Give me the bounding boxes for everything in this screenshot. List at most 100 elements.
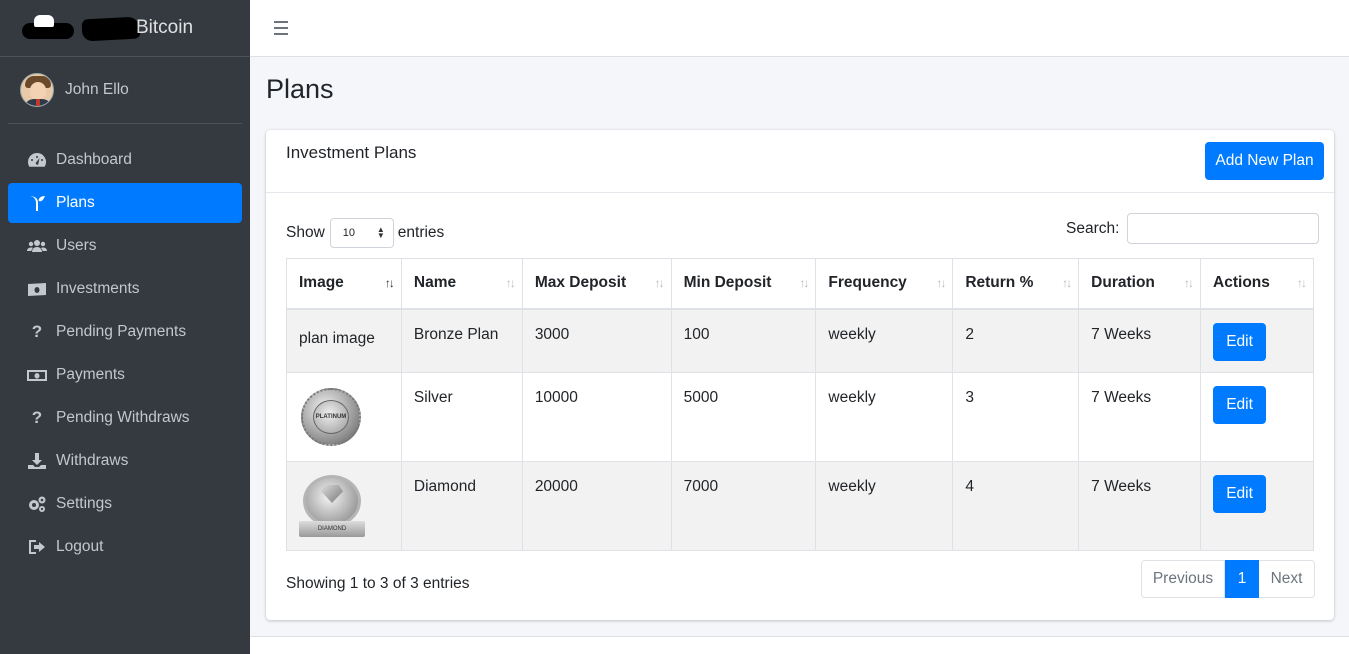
sort-icon: ↑↓: [936, 276, 946, 290]
money-bill-alt-icon: [26, 366, 48, 384]
sidebar-item-dashboard[interactable]: Dashboard: [8, 140, 242, 180]
plan-return: 4: [952, 461, 1080, 551]
plan-duration: 7 Weeks: [1078, 461, 1202, 551]
plan-return: 2: [952, 308, 1080, 373]
column-header-image[interactable]: Image ↑↓: [286, 258, 402, 310]
plan-min-deposit: 5000: [670, 372, 817, 462]
plan-max-deposit: 20000: [521, 461, 672, 551]
brand[interactable]: Bitcoin: [0, 0, 250, 57]
sort-icon: ↑↓: [1297, 276, 1307, 290]
sidebar: Bitcoin John Ello Dashboard Plans Users: [0, 0, 250, 654]
page-1-button[interactable]: 1: [1225, 560, 1259, 598]
column-header-frequency[interactable]: Frequency ↑↓: [815, 258, 954, 310]
plans-table: Image ↑↓ Name ↑↓ Max Deposit ↑↓ Min Deposit…: [286, 258, 1314, 551]
pagination: Previous 1 Next: [1141, 560, 1315, 598]
edit-button[interactable]: Edit: [1213, 475, 1267, 513]
next-page-button[interactable]: Next: [1259, 560, 1315, 598]
sort-icon: ↑↓: [505, 276, 516, 290]
plan-duration: 7 Weeks: [1078, 308, 1202, 373]
sidebar-item-pending-withdraws[interactable]: ? Pending Withdraws: [8, 398, 242, 438]
sidebar-item-label: Pending Withdraws: [56, 409, 190, 426]
search-input[interactable]: [1127, 213, 1320, 244]
previous-page-button[interactable]: Previous: [1141, 560, 1225, 598]
avatar: [20, 73, 54, 107]
plan-actions: Edit: [1200, 372, 1314, 462]
plan-max-deposit: 10000: [521, 372, 672, 462]
page-title: Plans: [266, 74, 334, 104]
show-label: Show: [286, 224, 325, 241]
plan-frequency: weekly: [815, 372, 954, 462]
sort-icon: ↑↓: [654, 276, 665, 290]
brand-text: Bitcoin: [136, 17, 194, 38]
plan-actions: Edit: [1200, 461, 1314, 551]
sidebar-item-label: Logout: [56, 538, 104, 555]
plan-name: Silver: [400, 372, 523, 462]
sidebar-item-settings[interactable]: Settings: [8, 484, 242, 524]
question-icon: ?: [31, 322, 43, 341]
sidebar-item-payments[interactable]: Payments: [8, 355, 242, 395]
page-length-control: Show 10 ▲ ▼ entries: [286, 218, 444, 248]
plan-min-deposit: 100: [670, 308, 817, 373]
column-header-actions[interactable]: Actions ↑↓: [1200, 258, 1314, 310]
top-navbar: [250, 0, 1349, 57]
sidebar-item-label: Pending Payments: [56, 323, 187, 340]
sign-out-icon: [26, 538, 48, 556]
question-icon: ?: [31, 408, 43, 427]
column-header-duration[interactable]: Duration ↑↓: [1078, 258, 1202, 310]
column-header-name[interactable]: Name ↑↓: [400, 258, 523, 310]
users-icon: [26, 237, 48, 255]
page-footer: [250, 636, 1349, 654]
plan-frequency: weekly: [815, 461, 954, 551]
page-length-value: 10: [342, 227, 356, 239]
sidebar-item-withdraws[interactable]: Withdraws: [8, 441, 242, 481]
sidebar-item-investments[interactable]: Investments: [8, 269, 242, 309]
sidebar-item-label: Settings: [56, 495, 113, 512]
column-header-return[interactable]: Return % ↑↓: [952, 258, 1080, 310]
plans-card: Investment Plans Add New Plan Show 10 ▲ ▼…: [266, 130, 1334, 620]
menu-toggle-icon[interactable]: [274, 21, 288, 35]
sidebar-item-label: Users: [56, 237, 97, 254]
cogs-icon: [26, 495, 48, 513]
sidebar-item-label: Dashboard: [56, 151, 132, 168]
sidebar-item-logout[interactable]: Logout: [8, 527, 242, 567]
table-search: Search:: [1066, 213, 1320, 244]
sidebar-item-label: Payments: [56, 366, 125, 383]
plan-frequency: weekly: [815, 308, 954, 373]
plan-min-deposit: 7000: [670, 461, 817, 551]
brand-redaction: [81, 16, 141, 42]
user-name[interactable]: John Ello: [65, 81, 129, 99]
sort-icon: ↑↓: [1184, 276, 1194, 290]
diamond-badge-image: DIAMOND: [299, 475, 365, 541]
tachometer-icon: [26, 151, 48, 169]
sidebar-item-users[interactable]: Users: [8, 226, 242, 266]
select-caret-icon: ▲ ▼: [376, 225, 385, 240]
add-new-plan-button[interactable]: Add New Plan: [1205, 142, 1324, 180]
page-length-select[interactable]: 10 ▲ ▼: [329, 218, 394, 248]
column-header-max-deposit[interactable]: Max Deposit ↑↓: [521, 258, 672, 310]
sort-icon: ↑↓: [1062, 276, 1072, 290]
download-icon: [26, 452, 48, 470]
table-row: PLATINUM Silver 10000 5000 weekly 3 7 We…: [286, 372, 1314, 462]
entries-label: entries: [397, 224, 445, 241]
plan-return: 3: [952, 372, 1080, 462]
money-bill-icon: [26, 280, 48, 298]
edit-button[interactable]: Edit: [1213, 386, 1267, 424]
card-title: Investment Plans: [286, 143, 417, 162]
search-label: Search:: [1066, 219, 1120, 237]
sidebar-item-label: Plans: [56, 194, 95, 211]
sort-asc-icon: ↑↓: [384, 276, 395, 290]
plan-image-alt: plan image: [286, 308, 402, 373]
column-header-min-deposit[interactable]: Min Deposit ↑↓: [670, 258, 817, 310]
table-row: DIAMOND Diamond 20000 7000 weekly 4 7 We…: [286, 461, 1314, 551]
seedling-icon: [26, 194, 48, 212]
sidebar-item-plans[interactable]: Plans: [8, 183, 242, 223]
card-header: Investment Plans Add New Plan: [266, 130, 1334, 193]
plan-duration: 7 Weeks: [1078, 372, 1202, 462]
sidebar-item-pending-payments[interactable]: ? Pending Payments: [8, 312, 242, 352]
table-header-row: Image ↑↓ Name ↑↓ Max Deposit ↑↓ Min Deposit…: [286, 258, 1314, 310]
user-panel[interactable]: John Ello: [8, 57, 242, 124]
edit-button[interactable]: Edit: [1213, 322, 1267, 361]
brand-logo: [22, 13, 84, 43]
plan-actions: Edit: [1200, 308, 1314, 373]
sort-icon: ↑↓: [799, 276, 809, 290]
